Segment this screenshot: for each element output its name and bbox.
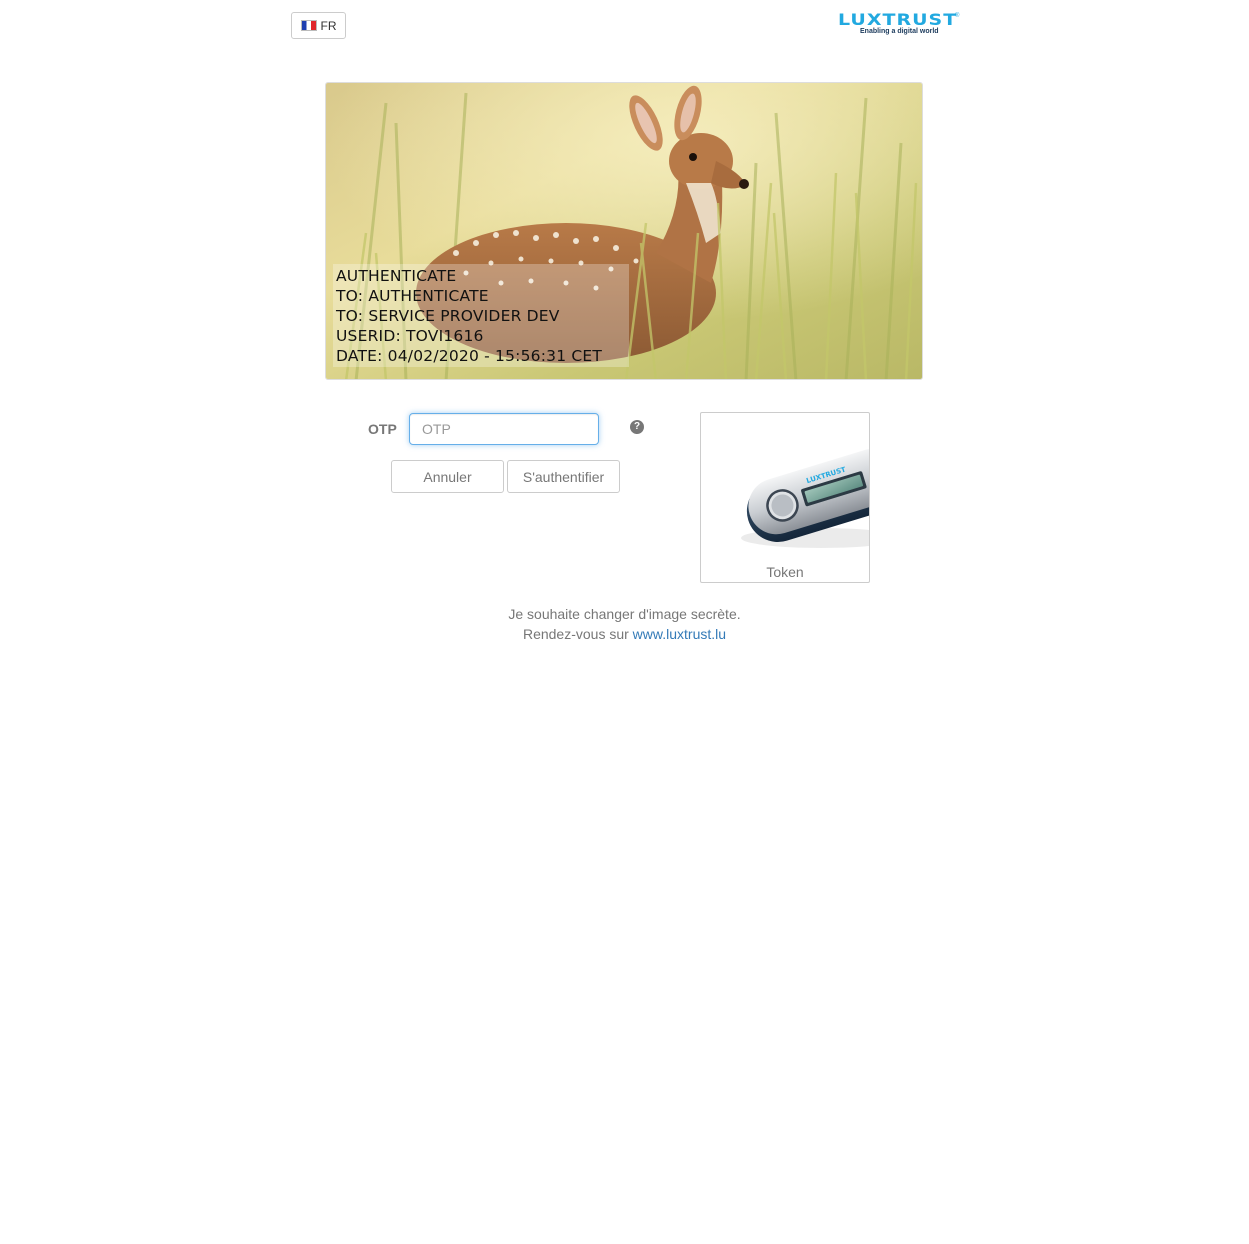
- logo-tagline: Enabling a digital world: [860, 28, 939, 35]
- token-caption: Token: [766, 564, 804, 580]
- transaction-line: TO: SERVICE PROVIDER DEV: [336, 307, 560, 325]
- question-circle-icon[interactable]: ?: [630, 420, 644, 434]
- transaction-line: AUTHENTICATE: [336, 267, 457, 285]
- change-image-text: Je souhaite changer d'image secrète.: [508, 606, 741, 622]
- transaction-details: AUTHENTICATE TO: AUTHENTICATE TO: SERVIC…: [336, 266, 602, 366]
- page: FR LUXTRUST ® Enabling a digital world A…: [0, 0, 1249, 1244]
- transaction-line: DATE: 04/02/2020 - 15:56:31 CET: [336, 347, 603, 365]
- token-device-icon: LUXTRUST: [741, 449, 869, 548]
- visit-site-prefix: Rendez-vous sur: [522, 626, 629, 642]
- secret-image: AUTHENTICATE TO: AUTHENTICATE TO: SERVIC…: [325, 82, 923, 380]
- visit-site-line: Rendez-vous sur www.luxtrust.lu: [0, 624, 1249, 644]
- change-image-footer: Je souhaite changer d'image secrète. Ren…: [0, 604, 1249, 644]
- cancel-button[interactable]: Annuler: [391, 460, 504, 493]
- luxtrust-website-link[interactable]: www.luxtrust.lu: [633, 626, 726, 642]
- otp-label: OTP: [368, 421, 397, 437]
- language-label: FR: [320, 18, 337, 33]
- france-flag-icon: [300, 20, 317, 31]
- transaction-line: TO: AUTHENTICATE: [336, 287, 489, 305]
- logo-wordmark: LUXTRUST: [838, 10, 958, 30]
- language-select-button[interactable]: FR: [291, 12, 346, 39]
- otp-input[interactable]: [409, 413, 599, 445]
- luxtrust-logo: LUXTRUST ® Enabling a digital world: [838, 12, 960, 38]
- token-method-card[interactable]: LUXTRUST Token: [700, 412, 870, 583]
- logo-registered-mark: ®: [955, 13, 960, 19]
- transaction-line: USERID: TOVI1616: [336, 327, 484, 345]
- authenticate-button[interactable]: S'authentifier: [507, 460, 620, 493]
